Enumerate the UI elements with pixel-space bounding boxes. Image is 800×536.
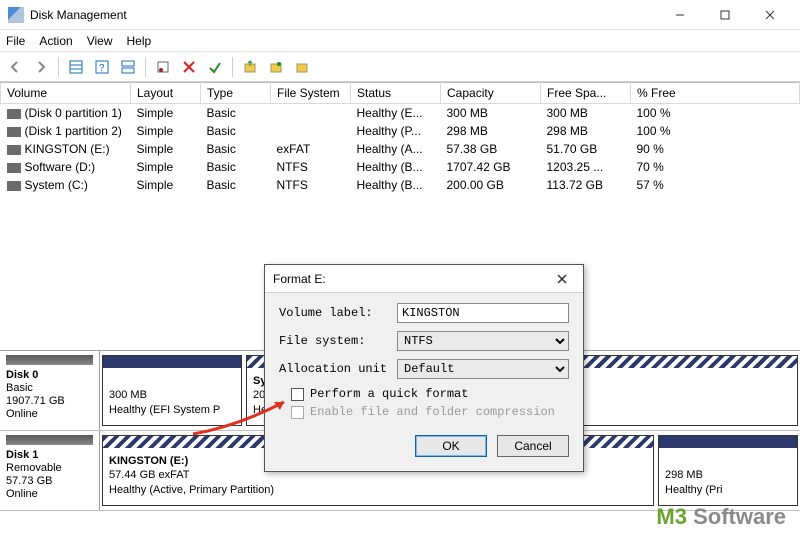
minimize-button[interactable] (657, 1, 702, 29)
volume-label-input[interactable] (397, 303, 569, 323)
watermark: M3 Software (656, 504, 786, 530)
window-title: Disk Management (30, 8, 127, 22)
volume-icon (7, 163, 21, 173)
forward-button[interactable] (30, 56, 52, 78)
table-row[interactable]: (Disk 0 partition 1)SimpleBasicHealthy (… (1, 104, 800, 123)
disk-info[interactable]: Disk 0Basic1907.71 GBOnline (0, 351, 100, 430)
help-icon[interactable]: ? (91, 56, 113, 78)
allocation-select[interactable]: Default (397, 359, 569, 379)
cancel-button[interactable]: Cancel (497, 435, 569, 457)
watermark-brand: M3 (656, 504, 687, 529)
col-volume[interactable]: Volume (1, 83, 131, 104)
toolbar-separator (232, 57, 233, 77)
delete-icon[interactable] (178, 56, 200, 78)
dialog-titlebar[interactable]: Format E: (265, 265, 583, 293)
compression-label: Enable file and folder compression (310, 405, 555, 419)
disk-bar-icon (6, 435, 93, 445)
table-row[interactable]: (Disk 1 partition 2)SimpleBasicHealthy (… (1, 122, 800, 140)
quick-format-checkbox[interactable] (291, 388, 304, 401)
volume-table: Volume Layout Type File System Status Ca… (0, 82, 800, 194)
allocation-label: Allocation unit (279, 362, 391, 376)
ok-button[interactable]: OK (415, 435, 487, 457)
action2-icon[interactable] (265, 56, 287, 78)
action1-icon[interactable] (239, 56, 261, 78)
quick-format-label: Perform a quick format (310, 387, 468, 401)
table-row[interactable]: KINGSTON (E:)SimpleBasicexFATHealthy (A.… (1, 140, 800, 158)
close-button[interactable] (747, 1, 792, 29)
filesystem-select[interactable]: NTFS (397, 331, 569, 351)
volume-icon (7, 145, 21, 155)
menubar: File Action View Help (0, 30, 800, 52)
dialog-title: Format E: (273, 272, 326, 286)
panels-icon[interactable] (117, 56, 139, 78)
col-free[interactable]: Free Spa... (541, 83, 631, 104)
titlebar: Disk Management (0, 0, 800, 30)
disk-management-icon (8, 7, 24, 23)
apply-icon[interactable] (204, 56, 226, 78)
disk-info[interactable]: Disk 1Removable57.73 GBOnline (0, 431, 100, 510)
back-button[interactable] (4, 56, 26, 78)
table-row[interactable]: System (C:)SimpleBasicNTFSHealthy (B...2… (1, 176, 800, 194)
compression-checkbox (291, 406, 304, 419)
menu-view[interactable]: View (87, 34, 113, 48)
window-controls (657, 1, 792, 29)
properties-icon[interactable] (152, 56, 174, 78)
menu-file[interactable]: File (6, 34, 25, 48)
table-header-row: Volume Layout Type File System Status Ca… (1, 83, 800, 104)
menu-action[interactable]: Action (39, 34, 72, 48)
table-view-icon[interactable] (65, 56, 87, 78)
partition[interactable]: 300 MBHealthy (EFI System P (102, 355, 242, 426)
watermark-text: Software (687, 504, 786, 529)
toolbar-separator (145, 57, 146, 77)
format-dialog: Format E: Volume label: File system: NTF… (264, 264, 584, 472)
col-layout[interactable]: Layout (131, 83, 201, 104)
dialog-body: Volume label: File system: NTFS Allocati… (265, 293, 583, 425)
volume-icon (7, 109, 21, 119)
volume-label-label: Volume label: (279, 306, 391, 320)
menu-help[interactable]: Help (127, 34, 152, 48)
action3-icon[interactable] (291, 56, 313, 78)
col-filesystem[interactable]: File System (271, 83, 351, 104)
col-type[interactable]: Type (201, 83, 271, 104)
toolbar: ? (0, 52, 800, 82)
col-status[interactable]: Status (351, 83, 441, 104)
table-row[interactable]: Software (D:)SimpleBasicNTFSHealthy (B..… (1, 158, 800, 176)
volume-icon (7, 181, 21, 191)
col-pctfree[interactable]: % Free (631, 83, 800, 104)
maximize-button[interactable] (702, 1, 747, 29)
disk-bar-icon (6, 355, 93, 365)
filesystem-label: File system: (279, 334, 391, 348)
dialog-close-button[interactable] (549, 269, 575, 289)
svg-text:?: ? (99, 63, 105, 74)
partition[interactable]: 298 MBHealthy (Pri (658, 435, 798, 506)
volume-icon (7, 127, 21, 137)
col-capacity[interactable]: Capacity (441, 83, 541, 104)
toolbar-separator (58, 57, 59, 77)
